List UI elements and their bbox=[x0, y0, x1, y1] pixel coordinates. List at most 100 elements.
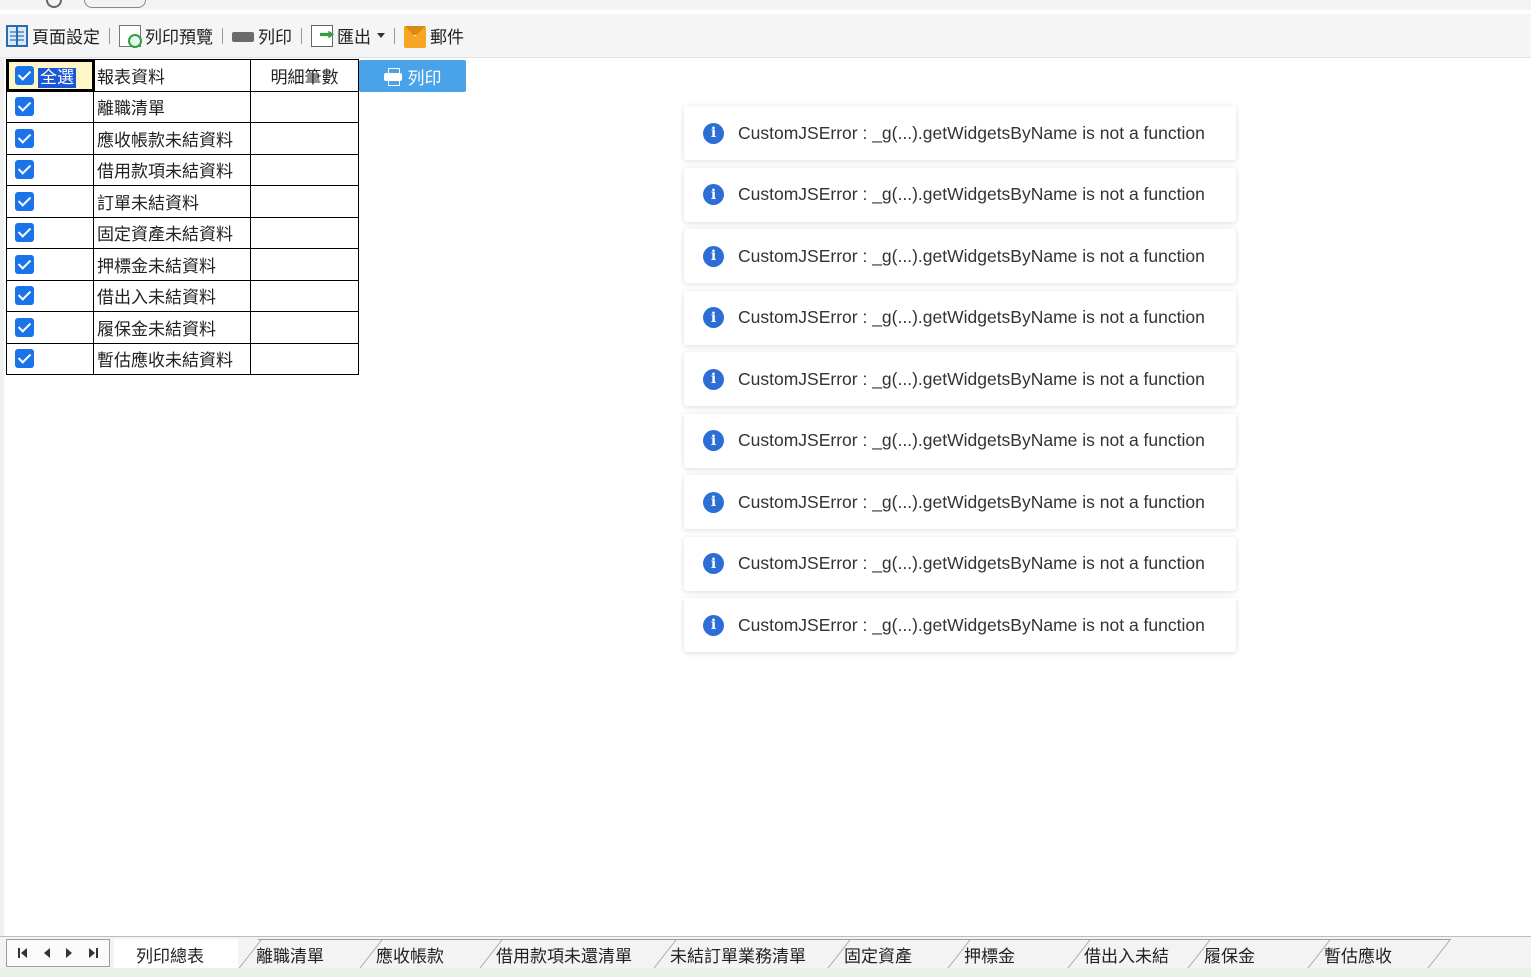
error-toast[interactable]: i CustomJSError : _g(...).getWidgetsByNam… bbox=[684, 475, 1236, 529]
next-sheet-icon[interactable] bbox=[66, 948, 73, 958]
row-checkbox-cell[interactable] bbox=[6, 248, 94, 281]
page-left-edge bbox=[0, 58, 4, 936]
row-report-name: 借用款項未結資料 bbox=[93, 153, 251, 186]
table-row: 押標金未結資料 bbox=[6, 248, 359, 281]
tab-label: 離職清單 bbox=[256, 946, 324, 967]
table-row: 固定資產未結資料 bbox=[6, 216, 359, 249]
tab-label: 借出入未結 bbox=[1084, 946, 1169, 967]
print-button[interactable]: 列印 bbox=[359, 60, 466, 92]
row-report-name: 履保金未結資料 bbox=[93, 311, 251, 344]
site-info-chip[interactable] bbox=[84, 0, 146, 8]
row-count bbox=[250, 153, 359, 186]
row-checkbox[interactable] bbox=[15, 128, 34, 148]
tab-open-orders[interactable]: 未結訂單業務清單 bbox=[648, 939, 826, 969]
row-checkbox[interactable] bbox=[15, 286, 34, 306]
error-toast[interactable]: i CustomJSError : _g(...).getWidgetsByNam… bbox=[684, 229, 1236, 283]
select-all-cell[interactable]: 全選 bbox=[5, 58, 95, 92]
info-icon: i bbox=[703, 122, 724, 144]
mail-button[interactable]: 郵件 bbox=[404, 21, 464, 51]
error-toast[interactable]: i CustomJSError : _g(...).getWidgetsByNam… bbox=[684, 290, 1236, 345]
row-count bbox=[250, 248, 359, 281]
row-report-name: 離職清單 bbox=[93, 90, 251, 123]
row-checkbox-cell[interactable] bbox=[6, 153, 94, 186]
last-sheet-icon[interactable] bbox=[88, 948, 98, 958]
select-all-checkbox[interactable] bbox=[15, 65, 34, 85]
sheet-navigation bbox=[6, 939, 110, 967]
row-checkbox-cell[interactable] bbox=[6, 311, 94, 344]
row-checkbox[interactable] bbox=[15, 254, 34, 274]
page-setup-button[interactable]: 頁面設定 bbox=[6, 21, 100, 51]
row-checkbox[interactable] bbox=[15, 191, 34, 211]
table-row: 訂單未結資料 bbox=[6, 185, 359, 218]
error-toast[interactable]: i CustomJSError : _g(...).getWidgetsByNam… bbox=[684, 167, 1236, 222]
row-checkbox-cell[interactable] bbox=[6, 342, 94, 375]
info-icon: i bbox=[703, 491, 724, 513]
export-icon bbox=[311, 24, 333, 47]
table-row: 履保金未結資料 bbox=[6, 311, 359, 344]
toolbar-separator bbox=[394, 27, 395, 44]
tab-lending-open[interactable]: 借出入未結 bbox=[1062, 939, 1186, 969]
print-toolbar-button[interactable]: 列印 bbox=[232, 21, 292, 51]
column-header-report: 報表資料 bbox=[93, 59, 251, 92]
previous-sheet-icon[interactable] bbox=[43, 948, 50, 958]
tab-estimated-receivables[interactable]: 暫估應收 bbox=[1302, 939, 1426, 969]
error-toast[interactable]: i CustomJSError : _g(...).getWidgetsByNam… bbox=[684, 598, 1236, 652]
row-checkbox-cell[interactable] bbox=[6, 279, 94, 312]
printer-icon bbox=[232, 25, 254, 47]
row-checkbox-cell[interactable] bbox=[6, 216, 94, 249]
toast-message: CustomJSError : _g(...).getWidgetsByName… bbox=[738, 307, 1205, 327]
info-icon: i bbox=[703, 614, 724, 636]
tab-fixed-assets[interactable]: 固定資產 bbox=[822, 939, 946, 969]
info-icon: i bbox=[703, 184, 724, 205]
select-all-label: 全選 bbox=[38, 67, 76, 88]
tab-print-summary[interactable]: 列印總表 bbox=[114, 939, 238, 969]
info-icon: i bbox=[703, 430, 724, 451]
row-checkbox-cell[interactable] bbox=[6, 90, 94, 123]
table-row: 應收帳款未結資料 bbox=[6, 122, 359, 155]
report-selection-table: 全選 報表資料 明細筆數 離職清單 應收帳款未結資料 借用款項未結資料 訂單未結… bbox=[5, 58, 359, 375]
tab-label: 列印總表 bbox=[136, 946, 204, 967]
toast-message: CustomJSError : _g(...).getWidgetsByName… bbox=[738, 245, 1205, 266]
row-count bbox=[250, 342, 359, 375]
print-label: 列印 bbox=[258, 28, 292, 48]
tab-performance-bond[interactable]: 履保金 bbox=[1182, 939, 1306, 969]
error-toast[interactable]: i CustomJSError : _g(...).getWidgetsByNam… bbox=[684, 106, 1236, 160]
print-preview-button[interactable]: 列印預覽 bbox=[119, 21, 213, 51]
tab-label: 暫估應收 bbox=[1324, 946, 1392, 967]
row-count bbox=[250, 122, 359, 155]
row-checkbox[interactable] bbox=[15, 160, 34, 180]
row-checkbox-cell[interactable] bbox=[6, 122, 94, 155]
tab-resignation-list[interactable]: 離職清單 bbox=[234, 939, 358, 969]
toast-message: CustomJSError : _g(...).getWidgetsByName… bbox=[738, 122, 1205, 143]
printer-icon bbox=[383, 68, 402, 86]
row-checkbox-cell[interactable] bbox=[6, 185, 94, 218]
tab-borrowed-funds[interactable]: 借用款項未還清單 bbox=[474, 939, 652, 969]
row-count bbox=[250, 279, 359, 312]
error-toast[interactable]: i CustomJSError : _g(...).getWidgetsByNam… bbox=[684, 536, 1236, 591]
info-icon: i bbox=[703, 245, 724, 267]
page-setup-label: 頁面設定 bbox=[32, 28, 100, 48]
print-preview-icon bbox=[119, 24, 142, 48]
error-toast[interactable]: i CustomJSError : _g(...).getWidgetsByNam… bbox=[684, 352, 1236, 406]
page-setup-icon bbox=[6, 24, 28, 47]
caret-down-icon bbox=[377, 33, 385, 38]
row-checkbox[interactable] bbox=[15, 97, 34, 117]
row-count bbox=[250, 216, 359, 249]
table-header-row: 全選 報表資料 明細筆數 bbox=[5, 58, 359, 92]
tab-label: 固定資產 bbox=[844, 946, 912, 967]
reload-icon[interactable] bbox=[46, 0, 62, 8]
tab-label: 履保金 bbox=[1204, 946, 1255, 967]
row-report-name: 訂單未結資料 bbox=[93, 185, 251, 218]
row-count bbox=[250, 311, 359, 344]
tab-bid-deposit[interactable]: 押標金 bbox=[942, 939, 1066, 969]
print-button-label: 列印 bbox=[407, 68, 442, 89]
row-checkbox[interactable] bbox=[15, 349, 34, 369]
error-toast[interactable]: i CustomJSError : _g(...).getWidgetsByNam… bbox=[684, 413, 1236, 468]
table-row: 借用款項未結資料 bbox=[6, 153, 359, 186]
row-checkbox[interactable] bbox=[15, 317, 34, 337]
row-checkbox[interactable] bbox=[15, 223, 34, 243]
toast-message: CustomJSError : _g(...).getWidgetsByName… bbox=[738, 430, 1205, 450]
tab-receivables[interactable]: 應收帳款 bbox=[354, 939, 478, 969]
first-sheet-icon[interactable] bbox=[18, 948, 28, 958]
export-dropdown-button[interactable]: 匯出 bbox=[311, 21, 385, 51]
